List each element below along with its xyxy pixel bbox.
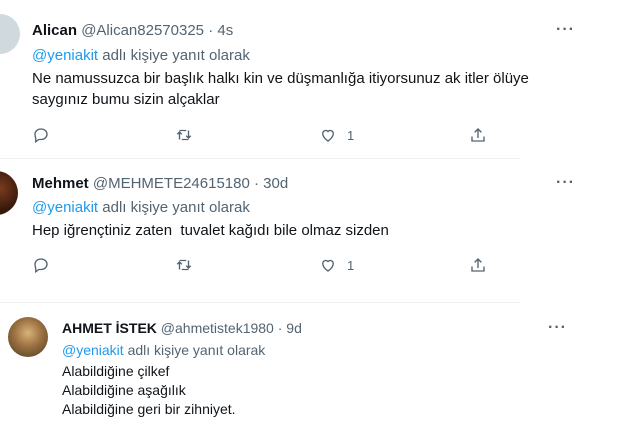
- tweet-text: Hep iğrençtiniz zaten tuvalet kağıdı bil…: [32, 222, 389, 239]
- timestamp[interactable]: 30d: [263, 175, 288, 192]
- avatar[interactable]: [0, 171, 18, 215]
- timestamp[interactable]: 4s: [217, 22, 233, 39]
- reply-button[interactable]: [32, 255, 50, 275]
- author-handle[interactable]: @ahmetistek1980: [161, 320, 274, 336]
- retweet-icon: [176, 259, 192, 271]
- share-button[interactable]: [469, 255, 487, 275]
- more-options-button[interactable]: ···: [556, 21, 575, 39]
- reply-context: @yeniakit adlı kişiye yanıt olarak: [32, 47, 250, 64]
- mention-link[interactable]: @yeniakit: [62, 342, 124, 358]
- more-options-button[interactable]: ···: [556, 174, 575, 192]
- reply-context-text: adlı kişiye yanıt olarak: [102, 47, 250, 64]
- share-icon: [471, 128, 485, 142]
- reply-context: @yeniakit adlı kişiye yanıt olarak: [62, 342, 265, 358]
- mention-link[interactable]: @yeniakit: [32, 47, 98, 64]
- tweet-1[interactable]: Alican @Alican82570325 · 4s ··· @yeniaki…: [0, 0, 623, 158]
- separator: ·: [254, 175, 259, 192]
- tweet-header: Alican @Alican82570325 · 4s: [32, 22, 233, 39]
- tweet-header: Mehmet @MEHMETE24615180 · 30d: [32, 175, 288, 192]
- author-handle[interactable]: @MEHMETE24615180: [93, 175, 250, 192]
- reply-button[interactable]: [32, 125, 50, 145]
- author-name[interactable]: Mehmet: [32, 175, 89, 192]
- separator: ·: [208, 22, 214, 39]
- author-handle[interactable]: @Alican82570325: [81, 22, 204, 39]
- share-button[interactable]: [469, 125, 487, 145]
- tweet-header: AHMET İSTEK @ahmetistek1980 · 9d: [62, 320, 302, 336]
- tweet-text: Ne namussuzca bir başlık halkı kin ve dü…: [32, 70, 529, 108]
- more-options-button[interactable]: ···: [548, 319, 567, 337]
- tweet-2[interactable]: Mehmet @MEHMETE24615180 · 30d ··· @yenia…: [0, 159, 623, 293]
- tweet-text: Alabildiğine çilkef Alabildiğine aşağılı…: [62, 363, 236, 417]
- retweet-button[interactable]: [175, 125, 193, 145]
- author-name[interactable]: Alican: [32, 22, 77, 39]
- reply-context-text: adlı kişiye yanıt olarak: [127, 342, 266, 358]
- reply-icon: [34, 128, 48, 144]
- tweet-actions: 1: [32, 125, 502, 145]
- tweet-actions: 1: [32, 255, 502, 275]
- timestamp[interactable]: 9d: [286, 320, 302, 336]
- like-button[interactable]: 1: [319, 255, 354, 275]
- reply-context-text: adlı kişiye yanıt olarak: [102, 199, 250, 216]
- like-count: 1: [347, 127, 355, 143]
- retweet-icon: [176, 129, 192, 141]
- heart-icon: [322, 259, 334, 272]
- separator: ·: [277, 320, 283, 336]
- avatar[interactable]: [0, 14, 20, 54]
- like-count: 1: [347, 257, 355, 273]
- avatar[interactable]: [8, 317, 48, 357]
- like-button[interactable]: 1: [319, 125, 354, 145]
- reply-context: @yeniakit adlı kişiye yanıt olarak: [32, 199, 250, 216]
- author-name[interactable]: AHMET İSTEK: [62, 320, 157, 336]
- share-icon: [471, 258, 485, 272]
- mention-link[interactable]: @yeniakit: [32, 199, 98, 216]
- heart-icon: [322, 129, 334, 142]
- retweet-button[interactable]: [175, 255, 193, 275]
- tweet-3[interactable]: AHMET İSTEK @ahmetistek1980 · 9d ··· @ye…: [0, 303, 623, 426]
- reply-icon: [34, 258, 48, 274]
